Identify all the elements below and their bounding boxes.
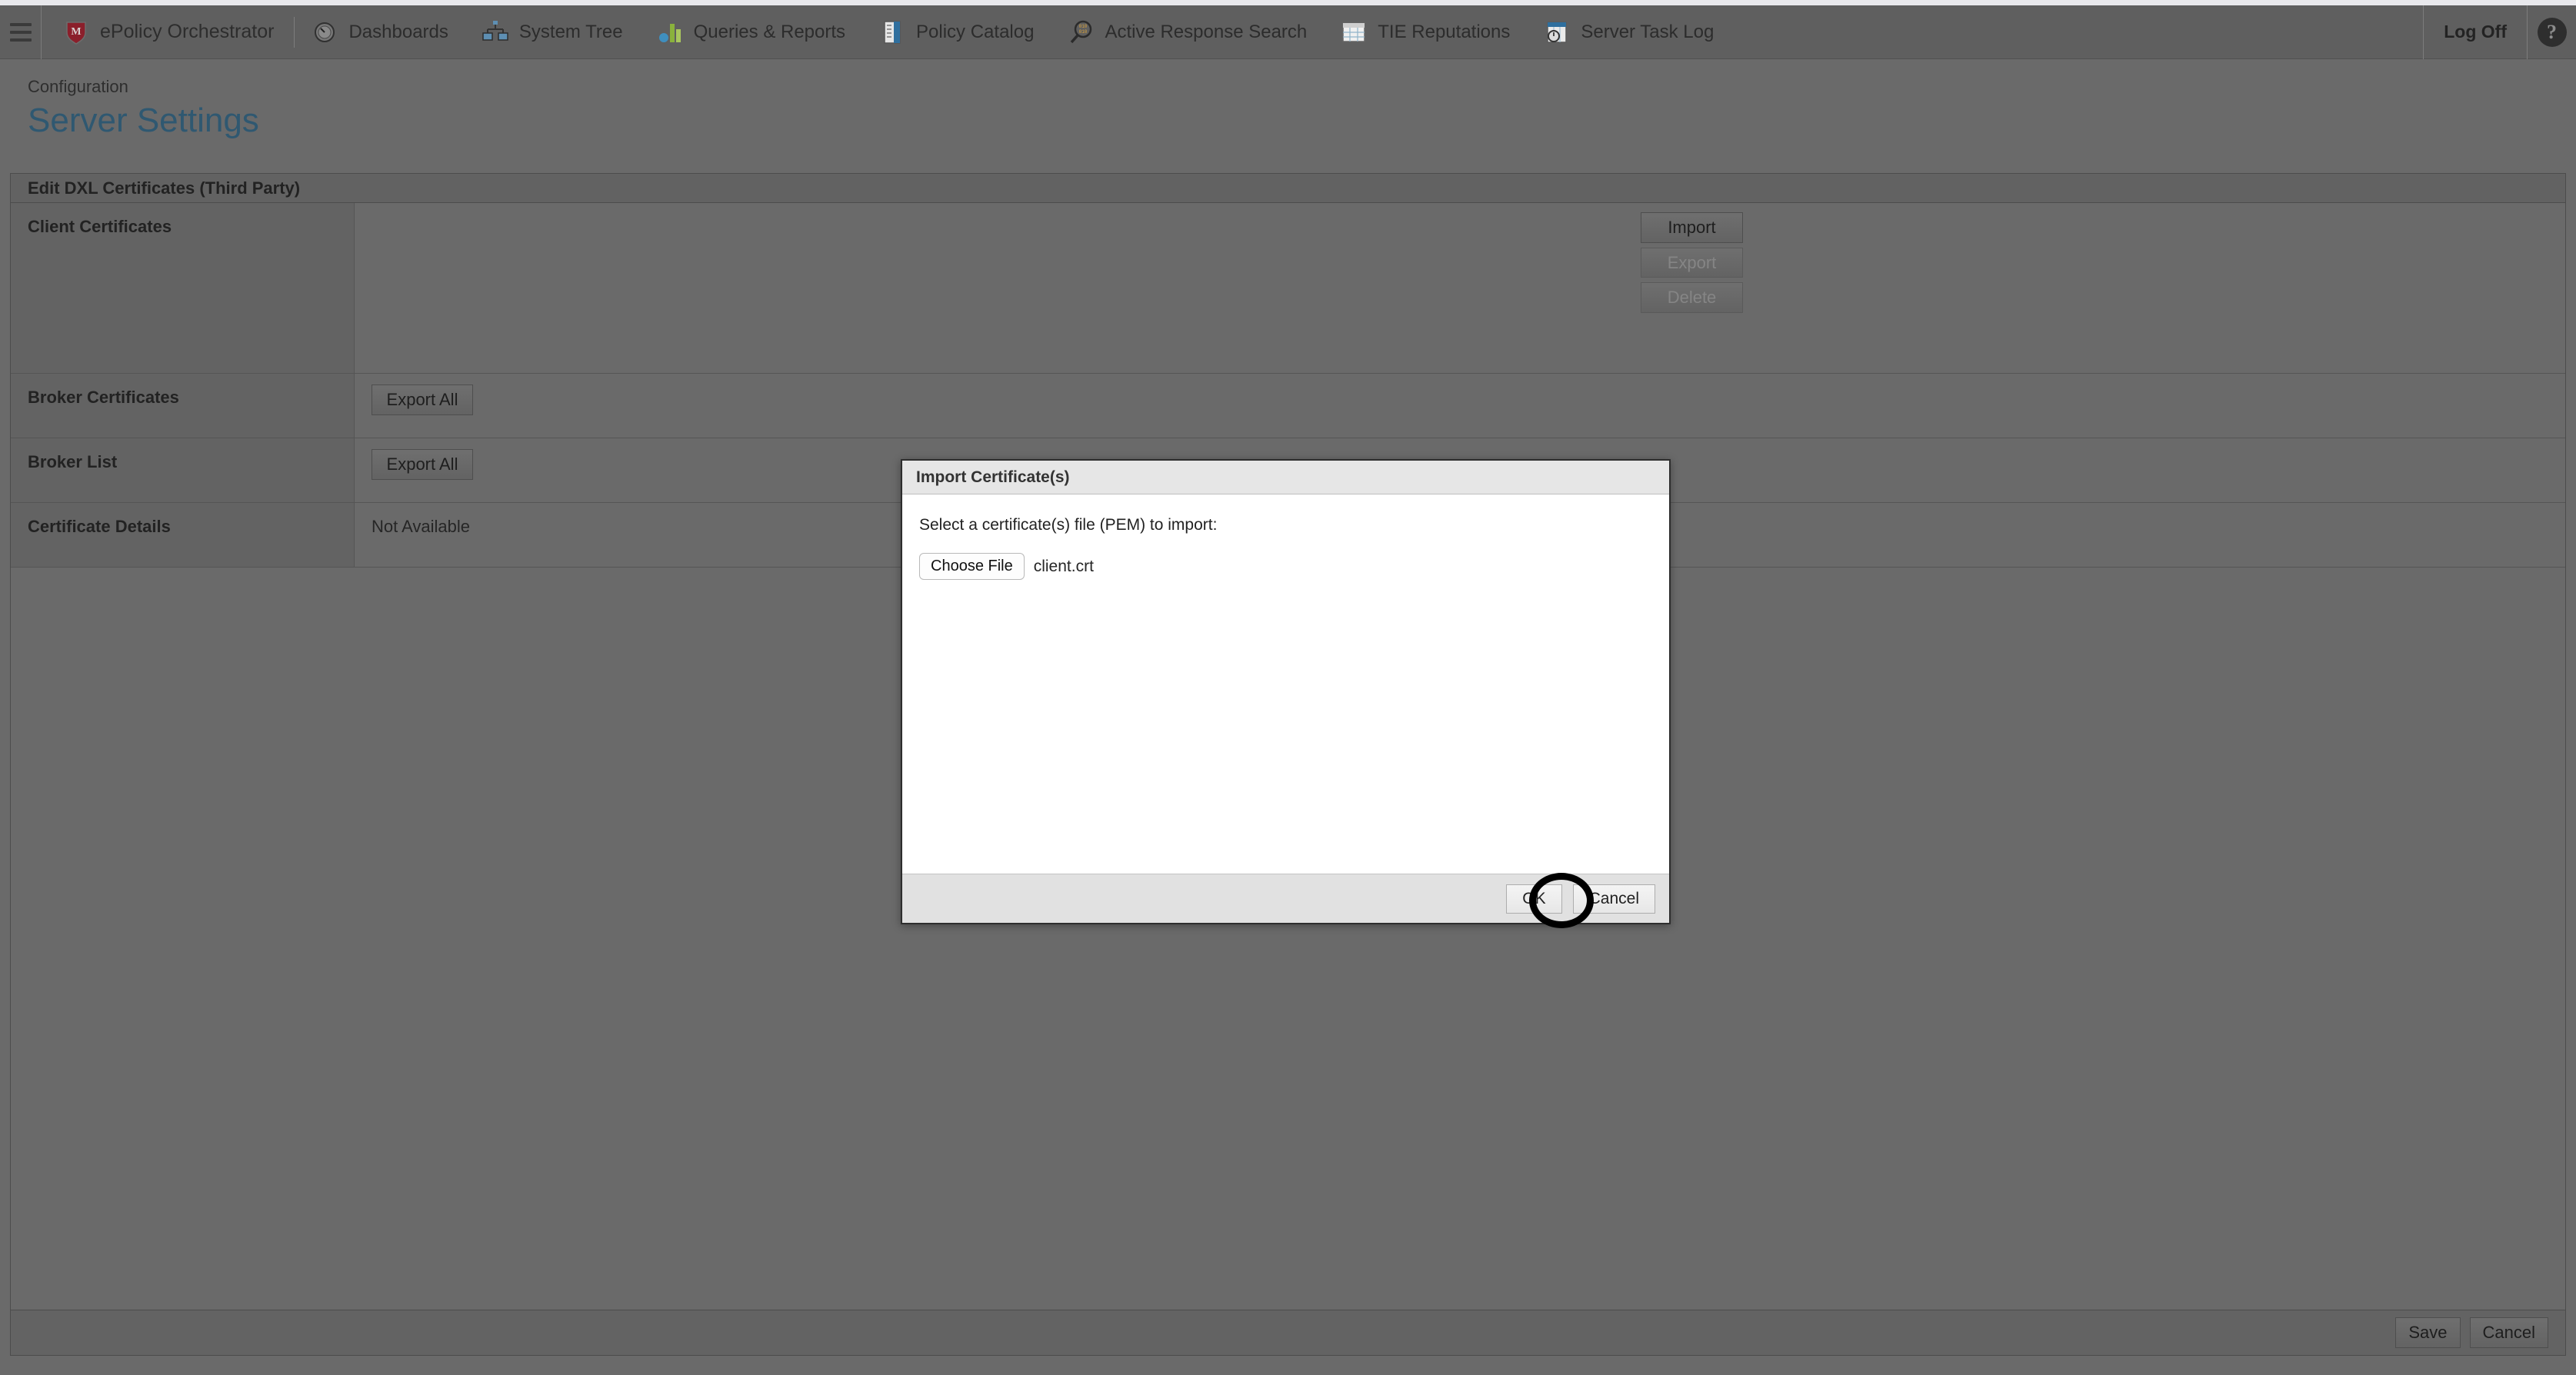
delete-button: Delete: [1641, 282, 1743, 313]
row-broker-certificates: Broker Certificates Export All: [11, 374, 2565, 438]
mcafee-shield-icon: M: [63, 19, 89, 45]
brand-label: ePolicy Orchestrator: [100, 21, 275, 42]
row-value: Export All: [355, 374, 2565, 438]
nav-item-label: TIE Reputations: [1378, 21, 1511, 42]
help-icon: ?: [2537, 17, 2567, 47]
nav-item-policy-catalog[interactable]: Policy Catalog: [862, 5, 1051, 59]
row-label: Broker List: [11, 438, 355, 502]
screen-root: M ePolicy Orchestrator Dashboards System…: [0, 0, 2576, 1375]
client-cert-actions: Import Export Delete: [1641, 212, 1743, 313]
row-client-certificates: Client Certificates Import Export Delete: [11, 203, 2565, 374]
hamburger-menu-icon[interactable]: [0, 5, 42, 59]
clock-log-icon: [1544, 19, 1570, 45]
nav-item-server-task-log[interactable]: Server Task Log: [1527, 5, 1731, 59]
row-label: Certificate Details: [11, 503, 355, 567]
svg-text:010: 010: [1079, 24, 1088, 29]
row-label: Client Certificates: [11, 203, 355, 373]
export-all-broker-certificates-button[interactable]: Export All: [372, 385, 473, 415]
magnifier-binary-icon: 010 010: [1068, 19, 1094, 45]
notebook-icon: [879, 19, 905, 45]
nav-item-active-response-search[interactable]: 010 010 Active Response Search: [1051, 5, 1324, 59]
brand-epolicy-orchestrator[interactable]: M ePolicy Orchestrator: [42, 5, 294, 59]
nav-item-label: Dashboards: [348, 21, 448, 42]
dialog-body: Select a certificate(s) file (PEM) to im…: [902, 494, 1669, 874]
row-value: Import Export Delete: [355, 203, 2565, 373]
page-header: Configuration Server Settings: [0, 65, 2576, 172]
dialog-instruction: Select a certificate(s) file (PEM) to im…: [919, 516, 1218, 534]
dialog-footer: OK Cancel: [902, 874, 1669, 923]
bar-chart-icon: [657, 19, 683, 45]
system-tree-icon: [482, 19, 508, 45]
row-label: Broker Certificates: [11, 374, 355, 438]
svg-text:M: M: [71, 26, 81, 38]
import-button[interactable]: Import: [1641, 212, 1743, 243]
page-action-bar: Save Cancel: [10, 1310, 2566, 1356]
dialog-title: Import Certificate(s): [902, 461, 1669, 494]
nav-item-label: Queries & Reports: [693, 21, 846, 42]
help-button[interactable]: ?: [2527, 5, 2576, 59]
export-button: Export: [1641, 247, 1743, 278]
table-grid-icon: [1341, 19, 1367, 45]
nav-item-dashboards[interactable]: Dashboards: [295, 5, 465, 59]
nav-item-queries-reports[interactable]: Queries & Reports: [640, 5, 862, 59]
dialog-ok-button[interactable]: OK: [1506, 884, 1562, 914]
choose-file-button[interactable]: Choose File: [919, 553, 1025, 580]
nav-item-label: Active Response Search: [1105, 21, 1308, 42]
nav-item-label: System Tree: [518, 21, 623, 42]
nav-item-label: Policy Catalog: [916, 21, 1035, 42]
breadcrumb: Configuration: [28, 77, 128, 96]
nav-item-tie-reputations[interactable]: TIE Reputations: [1324, 5, 1527, 59]
file-picker-row: Choose File client.crt: [919, 553, 1652, 580]
nav-item-label: Server Task Log: [1581, 21, 1715, 42]
dialog-cancel-button[interactable]: Cancel: [1572, 884, 1655, 914]
top-navigation-bar: M ePolicy Orchestrator Dashboards System…: [0, 5, 2576, 59]
nav-item-system-tree[interactable]: System Tree: [465, 5, 640, 59]
log-off-button[interactable]: Log Off: [2423, 5, 2527, 59]
gauge-icon: [312, 19, 338, 45]
save-button[interactable]: Save: [2395, 1317, 2461, 1348]
panel-header-title: Edit DXL Certificates (Third Party): [11, 174, 2565, 203]
import-certificates-dialog: Import Certificate(s) Select a certifica…: [901, 459, 1671, 924]
page-cancel-button[interactable]: Cancel: [2469, 1317, 2548, 1348]
page-title: Server Settings: [28, 102, 259, 139]
svg-text:010: 010: [1079, 29, 1088, 35]
export-all-broker-list-button[interactable]: Export All: [372, 449, 473, 480]
selected-file-name: client.crt: [1033, 557, 1094, 575]
